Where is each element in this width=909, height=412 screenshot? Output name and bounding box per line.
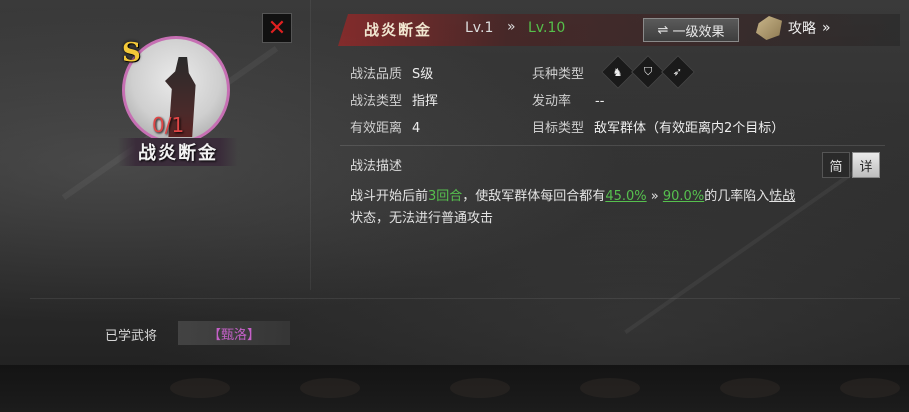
desc-segment: ，使敌军群体每回合都有 (462, 189, 606, 204)
owned-count: 0/1 (152, 113, 185, 137)
bottom-decor (580, 378, 640, 398)
effect-level-label: 一级效果 (672, 24, 725, 40)
attr-range: 有效距离 4 (350, 117, 420, 136)
attr-unit: 兵种类型 (532, 63, 584, 82)
attr-rate-label: 发动率 (532, 94, 572, 109)
desc-rate-to: 90.0% (662, 189, 705, 204)
unit-type-icons: ♞ ⛉ ➶ (601, 55, 695, 89)
desc-segment: 战斗开始后前 (350, 189, 429, 204)
cavalry-icon[interactable]: ♞ (601, 55, 635, 89)
description-text: 战斗开始后前3回合，使敌军群体每回合都有45.0% » 90.0%的几率陷入怯战… (350, 186, 885, 230)
attr-target: 目标类型 敌军群体（有效距离内2个目标） (532, 117, 784, 136)
learned-general-chip[interactable]: 【甄洛】 (178, 321, 290, 345)
desc-status-link[interactable]: 怯战 (769, 189, 795, 204)
desc-rate-from: 45.0% (605, 189, 647, 204)
bottom-decor (720, 378, 780, 398)
general-name-plate: 战炎断金 (118, 138, 238, 166)
guide-label: 攻略 (788, 21, 816, 37)
section-divider (340, 145, 885, 146)
chevron-right-icon: » (822, 20, 831, 36)
bottom-divider (30, 298, 900, 299)
desc-segment: 的几率陷入 (704, 189, 770, 204)
grade-badge: S (122, 38, 141, 68)
general-portrait-card[interactable]: S 0/1 战炎断金 (118, 34, 238, 174)
attr-type: 战法类型 指挥 (350, 90, 438, 109)
attr-type-label: 战法类型 (350, 94, 403, 109)
desc-arrow-icon: » (650, 189, 659, 204)
attr-rate: 发动率 -- (532, 90, 604, 109)
level-current: Lv.1 (465, 20, 494, 36)
skill-title: 战炎断金 (364, 21, 433, 39)
attr-quality-value: S级 (412, 67, 434, 82)
desc-rounds: 3回合 (428, 189, 463, 204)
scroll-icon (756, 16, 782, 40)
toggle-simple-button[interactable]: 简 (822, 152, 850, 178)
attr-quality-label: 战法品质 (350, 67, 403, 82)
attr-range-label: 有效距离 (350, 121, 403, 136)
bottom-decor (170, 378, 230, 398)
attr-target-value: 敌军群体（有效距离内2个目标） (594, 121, 785, 136)
swap-icon: ⇌ (657, 22, 669, 38)
learned-generals-label: 已学武将 (105, 329, 158, 344)
effect-level-button[interactable]: ⇌ 一级效果 (643, 18, 739, 42)
bottom-decor (450, 378, 510, 398)
guide-link[interactable]: 攻略 » (756, 16, 831, 40)
skill-detail-panel: ✕ S 0/1 战炎断金 战炎断金 Lv.1 » Lv.10 ⇌ 一级效果 攻略… (0, 0, 909, 412)
bow-icon[interactable]: ➶ (661, 55, 695, 89)
attr-target-label: 目标类型 (532, 121, 585, 136)
attr-quality: 战法品质 S级 (350, 63, 433, 82)
close-button[interactable]: ✕ (262, 13, 292, 43)
attr-range-value: 4 (412, 121, 421, 136)
desc-segment: 状态，无法进行普通攻击 (350, 211, 494, 226)
level-max: Lv.10 (528, 20, 566, 36)
bottom-decor (840, 378, 900, 398)
shield-icon[interactable]: ⛉ (631, 55, 665, 89)
attr-type-value: 指挥 (412, 94, 439, 109)
panel-divider (310, 0, 311, 290)
bottom-decor (300, 378, 360, 398)
attr-unit-label: 兵种类型 (532, 67, 585, 82)
level-arrow-icon: » (507, 19, 516, 35)
attr-rate-value: -- (595, 94, 605, 109)
description-title: 战法描述 (350, 159, 403, 174)
toggle-detail-button[interactable]: 详 (852, 152, 880, 178)
